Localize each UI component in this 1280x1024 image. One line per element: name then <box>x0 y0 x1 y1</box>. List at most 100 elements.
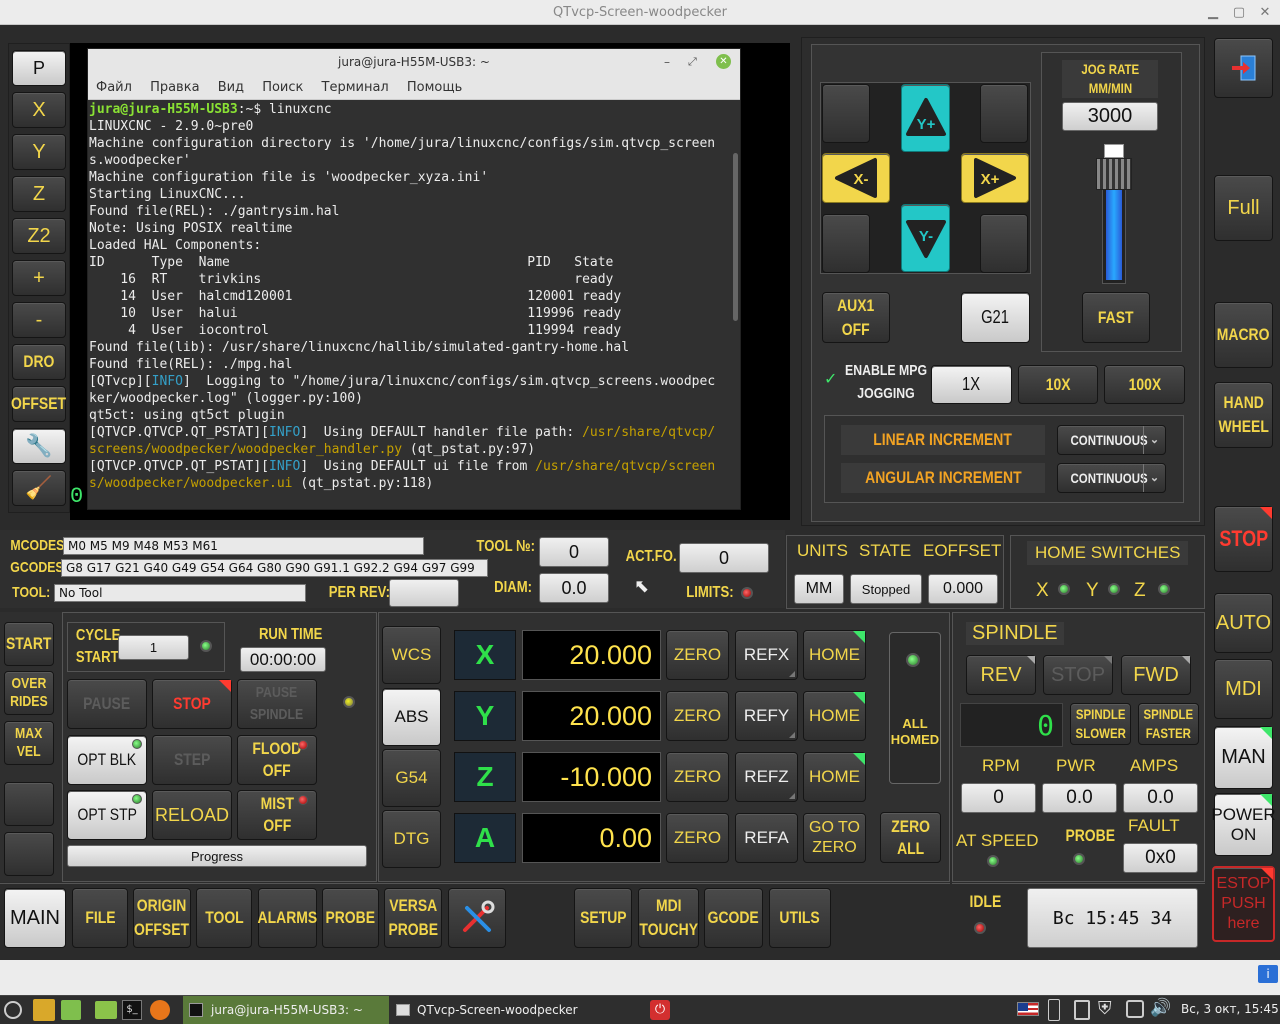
mode-mdi-button[interactable]: MDI <box>1214 659 1273 719</box>
shield-icon[interactable]: ⛨ <box>1098 998 1112 1019</box>
terminal-launcher-icon[interactable]: $_ <box>122 1000 142 1020</box>
jog-rate-slider-handle[interactable] <box>1096 144 1132 190</box>
jog-y-minus-button[interactable]: Y- <box>901 204 950 272</box>
zero-all-button[interactable]: ZERO ALL <box>880 812 941 863</box>
home-y-button[interactable]: HOME <box>803 691 866 741</box>
tab-setup[interactable]: SETUP <box>574 888 632 948</box>
fullscreen-button[interactable]: Full <box>1214 175 1273 241</box>
linear-increment-select[interactable]: CONTINUOUS ⌄ <box>1057 425 1166 455</box>
taskbar-qtvcp-item[interactable]: QTvcp-Screen-woodpecker <box>392 996 644 1024</box>
clear-plot-button[interactable]: 🧹 <box>12 470 66 506</box>
mpg-10x-button[interactable]: 10X <box>1018 365 1098 404</box>
tab-mdi-touchy[interactable]: MDI TOUCHY <box>638 888 699 948</box>
macro-button[interactable]: MACRO <box>1214 302 1273 368</box>
estop-button[interactable]: ESTOP PUSH here <box>1212 866 1275 942</box>
file-manager-icon[interactable] <box>95 1001 117 1019</box>
terminal-menu-edit[interactable]: Правка <box>150 80 199 95</box>
flood-button[interactable]: FLOOD OFF <box>237 735 317 785</box>
ref-y-button[interactable]: REFY <box>735 691 798 741</box>
terminal-menu-help[interactable]: Помощь <box>407 80 462 95</box>
blank-side-button-1[interactable] <box>4 782 54 826</box>
home-z-button[interactable]: HOME <box>803 752 866 802</box>
usb-drive-icon[interactable] <box>1126 1000 1144 1018</box>
terminal-output[interactable]: jura@jura-H55M-USB3:~$ linuxcnc LINUXCNC … <box>88 100 728 510</box>
mpg-100x-button[interactable]: 100X <box>1104 365 1185 404</box>
maximize-icon[interactable]: ▢ <box>1226 0 1252 25</box>
terminal-menu-view[interactable]: Вид <box>218 80 244 95</box>
taskbar-terminal-item[interactable]: jura@jura-H55M-USB3: ~ <box>183 996 389 1024</box>
dro-abs-button[interactable]: ABS <box>382 688 441 746</box>
power-on-button[interactable]: POWER ON <box>1211 793 1276 856</box>
terminal-minimize-icon[interactable]: – <box>664 49 670 75</box>
axis-z-select[interactable]: Z <box>454 752 516 802</box>
tab-alarms[interactable]: ALARMS <box>258 888 317 948</box>
tab-probe[interactable]: PROBE <box>322 888 379 948</box>
zero-x-button[interactable]: ZERO <box>666 630 729 680</box>
max-vel-button[interactable]: MAX VEL <box>4 721 54 765</box>
taskbar-clock[interactable]: Вс, 3 окт, 15:45 <box>1181 1002 1279 1016</box>
spindle-slower-button[interactable]: SPINDLE SLOWER <box>1070 703 1131 745</box>
dro-wcs-button[interactable]: WCS <box>382 626 441 684</box>
terminal-close-icon[interactable]: ✕ <box>716 54 731 69</box>
axis-a-select[interactable]: A <box>454 813 516 863</box>
opt-stp-button[interactable]: OPT STP <box>67 790 147 840</box>
zoom-out-button[interactable]: - <box>12 302 66 338</box>
cycle-count-spinbox[interactable]: 1 <box>118 635 189 660</box>
mode-auto-button[interactable]: AUTO <box>1214 593 1273 653</box>
tab-file[interactable]: FILE <box>72 888 128 948</box>
close-icon[interactable]: ✕ <box>1252 0 1278 25</box>
zoom-in-button[interactable]: + <box>12 260 66 296</box>
tab-utils[interactable]: UTILS <box>769 888 831 948</box>
step-button[interactable]: STEP <box>152 735 232 785</box>
jog-x-minus-button[interactable]: X- <box>822 153 890 203</box>
machine-stop-button[interactable]: STOP <box>1214 506 1273 572</box>
zero-z-button[interactable]: ZERO <box>666 752 729 802</box>
tab-tools-icon-button[interactable] <box>448 888 506 948</box>
info-icon[interactable]: i <box>1258 965 1278 983</box>
dro-dtg-button[interactable]: DTG <box>382 810 441 868</box>
volume-icon[interactable]: 🔊 <box>1150 998 1171 1018</box>
exit-button[interactable] <box>1214 38 1273 98</box>
terminal-menu-search[interactable]: Поиск <box>262 80 303 95</box>
jog-y-plus-button[interactable]: Y+ <box>901 84 950 152</box>
aux1-button[interactable]: AUX1 OFF <box>822 292 890 343</box>
jog-x-plus-button[interactable]: X+ <box>961 153 1029 203</box>
axis-x-select[interactable]: X <box>454 630 516 680</box>
terminal-menu-file[interactable]: Файл <box>96 80 132 95</box>
opt-blk-button[interactable]: OPT BLK <box>67 735 147 785</box>
view-y-button[interactable]: Y <box>12 134 66 170</box>
pause-button[interactable]: PAUSE <box>67 679 147 729</box>
start-button[interactable]: START <box>4 622 54 666</box>
jog-xminus-yplus-button[interactable] <box>822 84 870 143</box>
home-x-button[interactable]: HOME <box>803 630 866 680</box>
minimize-icon[interactable]: ▁ <box>1200 0 1226 25</box>
mpg-1x-button[interactable]: 1X <box>931 365 1012 404</box>
dro-toggle-button[interactable]: DRO <box>12 344 66 380</box>
overrides-button[interactable]: OVER RIDES <box>4 671 54 715</box>
terminal-menu-terminal[interactable]: Терминал <box>322 80 389 95</box>
handwheel-button[interactable]: HAND WHEEL <box>1214 382 1273 448</box>
mode-man-button[interactable]: MAN <box>1214 726 1273 789</box>
view-x-button[interactable]: X <box>12 92 66 128</box>
pause-spindle-button[interactable]: PAUSE SPINDLE <box>237 679 317 729</box>
ref-x-button[interactable]: REFX <box>735 630 798 680</box>
linuxcnc-launcher-icon[interactable] <box>33 999 55 1021</box>
tab-versa-probe[interactable]: VERSA PROBE <box>384 888 442 948</box>
tool-view-button[interactable]: 🔧 <box>12 428 66 464</box>
terminal-window[interactable]: jura@jura-H55M-USB3: ~ – ⤢ ✕ Файл Правка… <box>87 48 741 510</box>
tab-tool[interactable]: TOOL <box>196 888 252 948</box>
axis-y-select[interactable]: Y <box>454 691 516 741</box>
angular-increment-select[interactable]: CONTINUOUS ⌄ <box>1057 463 1166 493</box>
firefox-icon[interactable] <box>150 1000 170 1020</box>
reload-button[interactable]: RELOAD <box>152 790 232 840</box>
program-stop-button[interactable]: STOP <box>152 679 232 729</box>
power-off-icon[interactable]: ⏻ <box>650 1000 670 1020</box>
view-z2-button[interactable]: Z2 <box>12 218 66 254</box>
view-p-button[interactable]: P <box>12 50 66 86</box>
tab-origin-offset[interactable]: ORIGIN OFFSET <box>133 888 191 948</box>
mint-menu-icon[interactable] <box>4 1001 22 1019</box>
spindle-fwd-button[interactable]: FWD <box>1121 655 1191 695</box>
ref-a-button[interactable]: REFA <box>735 813 798 863</box>
zero-y-button[interactable]: ZERO <box>666 691 729 741</box>
zero-a-button[interactable]: ZERO <box>666 813 729 863</box>
